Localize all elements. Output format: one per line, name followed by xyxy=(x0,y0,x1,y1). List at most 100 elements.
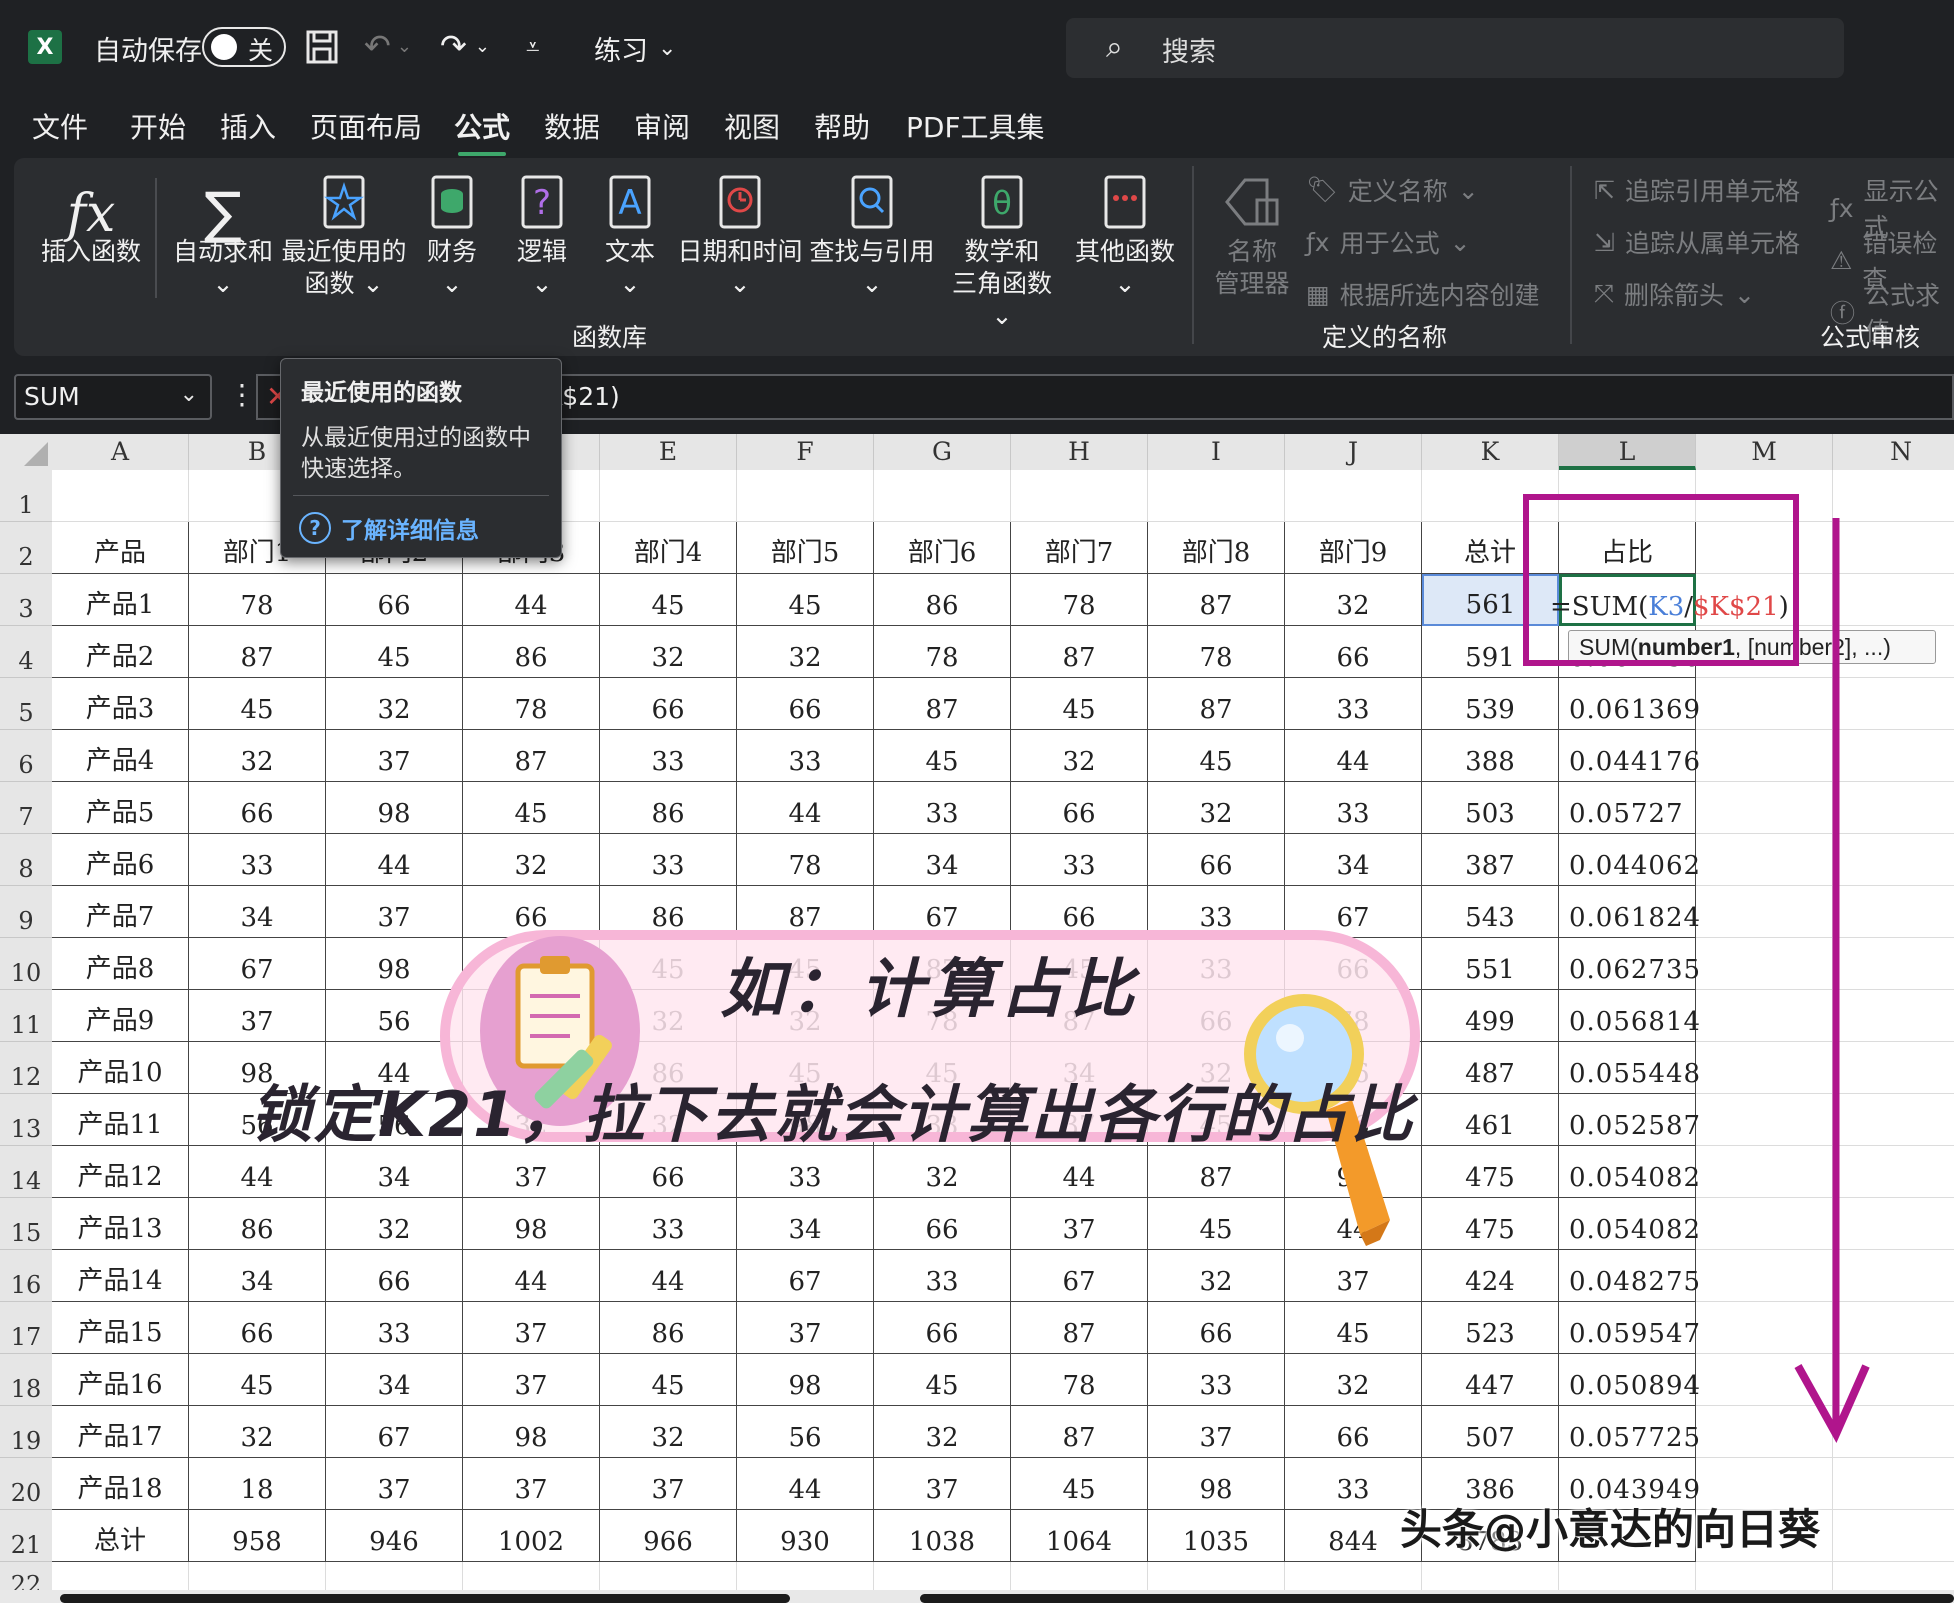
cell-g19[interactable]: 32 xyxy=(874,1406,1011,1458)
cell-f21[interactable]: 930 xyxy=(737,1510,874,1562)
cell-e8[interactable]: 33 xyxy=(600,834,737,886)
row-header-18[interactable]: 18 xyxy=(0,1354,52,1406)
cell-e2[interactable]: 部门4 xyxy=(600,522,737,574)
cell-e1[interactable] xyxy=(600,470,737,522)
cell-h2[interactable]: 部门7 xyxy=(1011,522,1148,574)
cell-h20[interactable]: 45 xyxy=(1011,1458,1148,1510)
cell-c18[interactable]: 34 xyxy=(326,1354,463,1406)
cell-g21[interactable]: 1038 xyxy=(874,1510,1011,1562)
define-name-button[interactable]: 🏷︎ 定义名称 ⌄ xyxy=(1306,172,1479,208)
more-options-icon[interactable]: ⋮ xyxy=(228,378,256,411)
cell-d20[interactable]: 37 xyxy=(463,1458,600,1510)
tab-insert[interactable]: 插入 xyxy=(220,106,276,146)
cell-e6[interactable]: 33 xyxy=(600,730,737,782)
cell-a14[interactable]: 产品12 xyxy=(52,1146,189,1198)
cell-g1[interactable] xyxy=(874,470,1011,522)
column-header-l[interactable]: L xyxy=(1559,434,1696,470)
cell-k9[interactable]: 543 xyxy=(1422,886,1559,938)
cell-l6[interactable]: 0.044176 xyxy=(1559,730,1700,782)
cell-d15[interactable]: 98 xyxy=(463,1198,600,1250)
cell-g5[interactable]: 87 xyxy=(874,678,1011,730)
cell-j7[interactable]: 33 xyxy=(1285,782,1422,834)
cell-d4[interactable]: 86 xyxy=(463,626,600,678)
cell-g2[interactable]: 部门6 xyxy=(874,522,1011,574)
cell-b15[interactable]: 86 xyxy=(189,1198,326,1250)
row-header-8[interactable]: 8 xyxy=(0,834,52,886)
cell-l19[interactable]: 0.057725 xyxy=(1559,1406,1700,1458)
cell-n21[interactable] xyxy=(1833,1510,1954,1562)
cell-k18[interactable]: 447 xyxy=(1422,1354,1559,1406)
redo-icon[interactable]: ↷ ⌄ xyxy=(440,27,506,65)
cell-h21[interactable]: 1064 xyxy=(1011,1510,1148,1562)
cell-a13[interactable]: 产品11 xyxy=(52,1094,189,1146)
financial-button[interactable]: 财务 ⌄ xyxy=(412,172,492,300)
cell-i8[interactable]: 66 xyxy=(1148,834,1285,886)
column-header-k[interactable]: K xyxy=(1422,434,1559,470)
cell-d17[interactable]: 37 xyxy=(463,1302,600,1354)
cell-f17[interactable]: 37 xyxy=(737,1302,874,1354)
cell-d3[interactable]: 44 xyxy=(463,574,600,626)
cell-f20[interactable]: 44 xyxy=(737,1458,874,1510)
cell-b5[interactable]: 45 xyxy=(189,678,326,730)
cell-i20[interactable]: 98 xyxy=(1148,1458,1285,1510)
cell-j16[interactable]: 37 xyxy=(1285,1250,1422,1302)
cell-i1[interactable] xyxy=(1148,470,1285,522)
cell-f16[interactable]: 67 xyxy=(737,1250,874,1302)
cell-k7[interactable]: 503 xyxy=(1422,782,1559,834)
cell-k16[interactable]: 424 xyxy=(1422,1250,1559,1302)
logical-button[interactable]: ? 逻辑 ⌄ xyxy=(502,172,582,300)
cell-e3[interactable]: 45 xyxy=(600,574,737,626)
row-header-6[interactable]: 6 xyxy=(0,730,52,782)
cell-j5[interactable]: 33 xyxy=(1285,678,1422,730)
cell-a10[interactable]: 产品8 xyxy=(52,938,189,990)
cell-a6[interactable]: 产品4 xyxy=(52,730,189,782)
cell-d21[interactable]: 1002 xyxy=(463,1510,600,1562)
recent-functions-button[interactable]: 最近使用的 函数 ⌄ xyxy=(280,172,408,300)
cell-i6[interactable]: 45 xyxy=(1148,730,1285,782)
tab-data[interactable]: 数据 xyxy=(544,106,600,146)
cell-b17[interactable]: 66 xyxy=(189,1302,326,1354)
cell-l16[interactable]: 0.048275 xyxy=(1559,1250,1700,1302)
cell-g15[interactable]: 66 xyxy=(874,1198,1011,1250)
cell-b20[interactable]: 18 xyxy=(189,1458,326,1510)
cell-h8[interactable]: 33 xyxy=(1011,834,1148,886)
cell-a11[interactable]: 产品9 xyxy=(52,990,189,1042)
tab-pdf-tools[interactable]: PDF工具集 xyxy=(906,106,1045,146)
column-header-f[interactable]: F xyxy=(737,434,874,470)
cell-a9[interactable]: 产品7 xyxy=(52,886,189,938)
remove-arrows-button[interactable]: ⤧ 删除箭头 ⌄ xyxy=(1594,276,1755,312)
cell-d5[interactable]: 78 xyxy=(463,678,600,730)
cell-l17[interactable]: 0.059547 xyxy=(1559,1302,1700,1354)
cell-f8[interactable]: 78 xyxy=(737,834,874,886)
cell-g17[interactable]: 66 xyxy=(874,1302,1011,1354)
scrollbar-thumb[interactable] xyxy=(60,1594,790,1603)
math-trig-button[interactable]: θ 数学和 三角函数 ⌄ xyxy=(938,172,1066,332)
cell-d6[interactable]: 87 xyxy=(463,730,600,782)
cell-a12[interactable]: 产品10 xyxy=(52,1042,189,1094)
cell-h15[interactable]: 37 xyxy=(1011,1198,1148,1250)
cell-l7[interactable]: 0.05727 xyxy=(1559,782,1696,834)
cell-c15[interactable]: 32 xyxy=(326,1198,463,1250)
cell-f7[interactable]: 44 xyxy=(737,782,874,834)
cell-e17[interactable]: 86 xyxy=(600,1302,737,1354)
cell-h6[interactable]: 32 xyxy=(1011,730,1148,782)
cell-h4[interactable]: 87 xyxy=(1011,626,1148,678)
row-header-3[interactable]: 3 xyxy=(0,574,52,626)
cell-e15[interactable]: 33 xyxy=(600,1198,737,1250)
row-header-7[interactable]: 7 xyxy=(0,782,52,834)
cell-j6[interactable]: 44 xyxy=(1285,730,1422,782)
column-header-g[interactable]: G xyxy=(874,434,1011,470)
cell-e21[interactable]: 966 xyxy=(600,1510,737,1562)
cell-i3[interactable]: 87 xyxy=(1148,574,1285,626)
cell-l15[interactable]: 0.054082 xyxy=(1559,1198,1700,1250)
cell-c16[interactable]: 66 xyxy=(326,1250,463,1302)
cell-c8[interactable]: 44 xyxy=(326,834,463,886)
tab-review[interactable]: 审阅 xyxy=(634,106,690,146)
cell-h18[interactable]: 78 xyxy=(1011,1354,1148,1406)
cell-d19[interactable]: 98 xyxy=(463,1406,600,1458)
cell-i2[interactable]: 部门8 xyxy=(1148,522,1285,574)
cell-e16[interactable]: 44 xyxy=(600,1250,737,1302)
autosum-button[interactable]: ∑ 自动求和 ⌄ xyxy=(168,172,278,300)
cell-b18[interactable]: 45 xyxy=(189,1354,326,1406)
cell-k19[interactable]: 507 xyxy=(1422,1406,1559,1458)
